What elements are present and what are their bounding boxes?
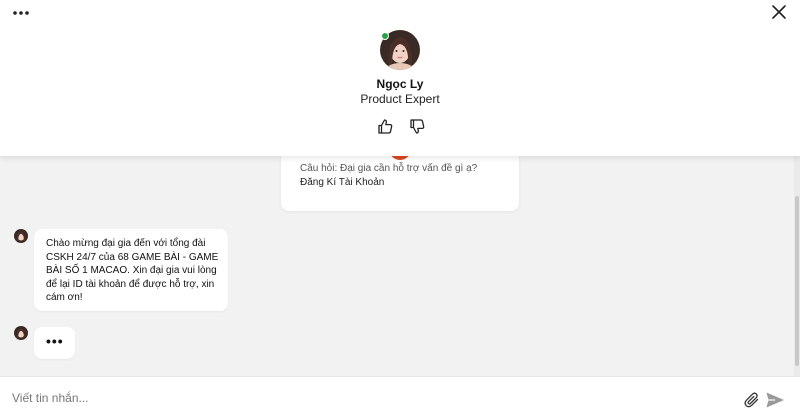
paperclip-icon — [744, 392, 759, 408]
close-button[interactable] — [770, 3, 788, 21]
thumbs-down-icon — [410, 119, 425, 134]
agent-name: Ngọc Ly — [376, 77, 424, 91]
close-icon — [772, 5, 786, 19]
message-text: Chào mừng đại gia đến với tổng đài CSKH … — [46, 238, 219, 303]
attach-button[interactable] — [743, 391, 761, 409]
message-avatar — [14, 229, 28, 243]
quick-reply-card: Câu hỏi: Đại gia cần hỗ trợ vấn đề gì ạ?… — [281, 156, 519, 211]
agent-role: Product Expert — [360, 92, 440, 106]
dislike-button[interactable] — [409, 118, 426, 135]
quick-reply-question: Câu hỏi: Đại gia cần hỗ trợ vấn đề gì ạ? — [300, 163, 478, 174]
chat-scrollbar[interactable] — [794, 156, 800, 376]
more-horizontal-icon — [13, 11, 29, 15]
typing-dots: ••• — [46, 333, 64, 349]
chat-header: Ngọc Ly Product Expert — [0, 0, 800, 156]
thumbs-up-icon — [378, 119, 393, 134]
typing-indicator: ••• — [34, 327, 75, 359]
send-button[interactable] — [765, 391, 785, 409]
online-status-indicator — [381, 32, 389, 40]
more-options-button[interactable] — [10, 2, 34, 22]
like-button[interactable] — [377, 118, 394, 135]
chat-messages[interactable]: Câu hỏi: Đại gia cần hỗ trợ vấn đề gì ạ?… — [0, 156, 794, 376]
send-icon — [766, 392, 784, 408]
scrollbar-thumb[interactable] — [795, 196, 799, 366]
message-avatar — [14, 326, 28, 340]
message-bubble: Chào mừng đại gia đến với tổng đài CSKH … — [34, 229, 228, 311]
message-input[interactable] — [12, 385, 712, 411]
quick-reply-option[interactable]: Đăng Kí Tài Khoản — [300, 177, 384, 188]
message-composer — [0, 376, 800, 418]
